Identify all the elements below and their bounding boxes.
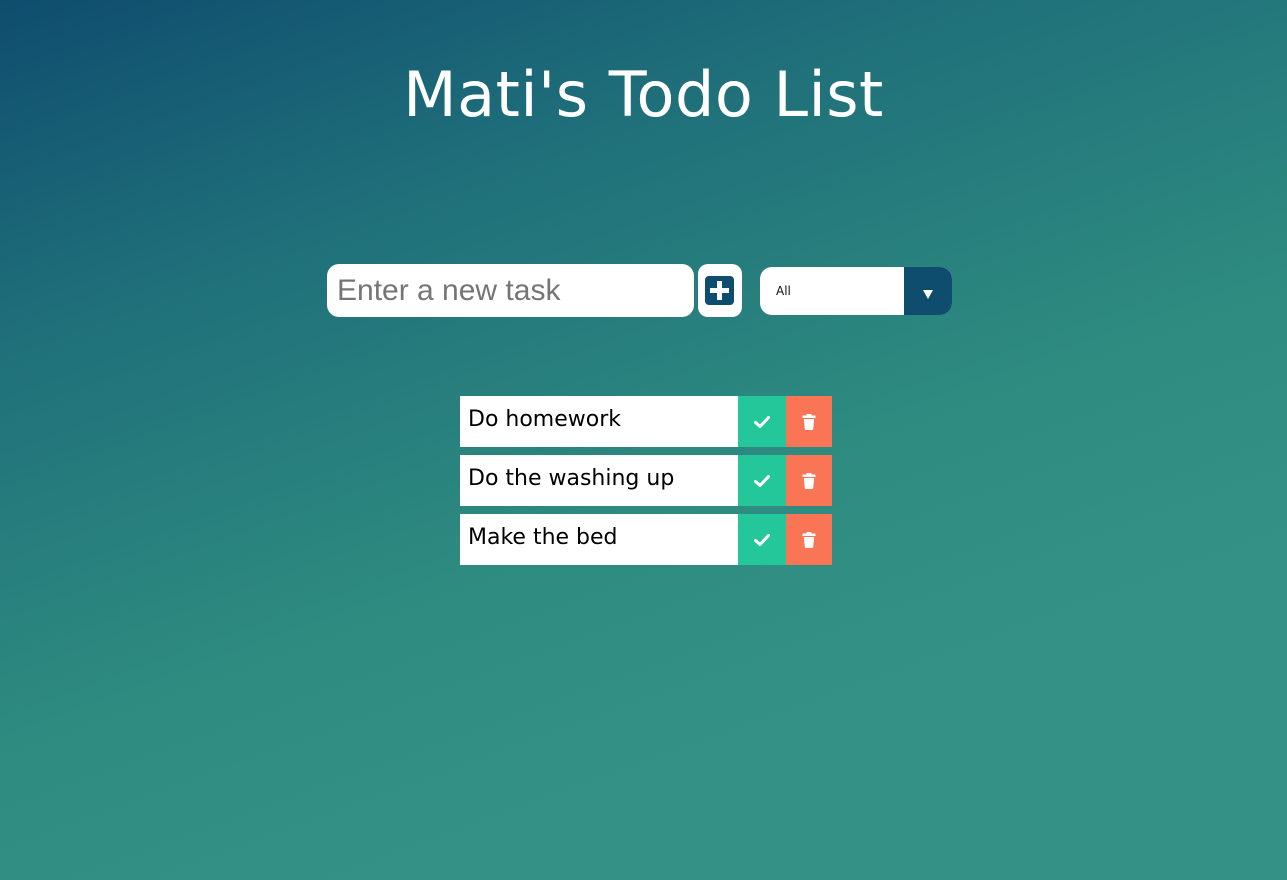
caret-down-icon <box>923 290 933 299</box>
todo-text: Do homework <box>468 407 622 432</box>
delete-button[interactable] <box>786 514 832 565</box>
trash-icon <box>802 531 816 548</box>
check-icon <box>754 474 770 487</box>
todo-list: Do homework Do the washing up Make the b… <box>460 396 832 573</box>
filter-selected-value: All <box>776 284 791 298</box>
new-task-input[interactable] <box>327 264 694 317</box>
todo-text: Do the washing up <box>468 466 675 491</box>
trash-icon <box>802 472 816 489</box>
filter-dropdown-toggle[interactable] <box>904 267 952 315</box>
todo-item: Make the bed <box>460 514 832 565</box>
todo-item: Do the washing up <box>460 455 832 506</box>
check-icon <box>754 533 770 546</box>
filter-select[interactable]: All <box>760 267 952 315</box>
todo-item: Do homework <box>460 396 832 447</box>
check-icon <box>754 415 770 428</box>
page-title: Mati's Todo List <box>403 58 884 131</box>
trash-icon <box>802 413 816 430</box>
complete-button[interactable] <box>738 455 786 506</box>
plus-square-icon <box>705 276 734 305</box>
add-task-button[interactable] <box>698 264 742 317</box>
delete-button[interactable] <box>786 455 832 506</box>
complete-button[interactable] <box>738 514 786 565</box>
delete-button[interactable] <box>786 396 832 447</box>
complete-button[interactable] <box>738 396 786 447</box>
todo-text: Make the bed <box>468 525 618 550</box>
